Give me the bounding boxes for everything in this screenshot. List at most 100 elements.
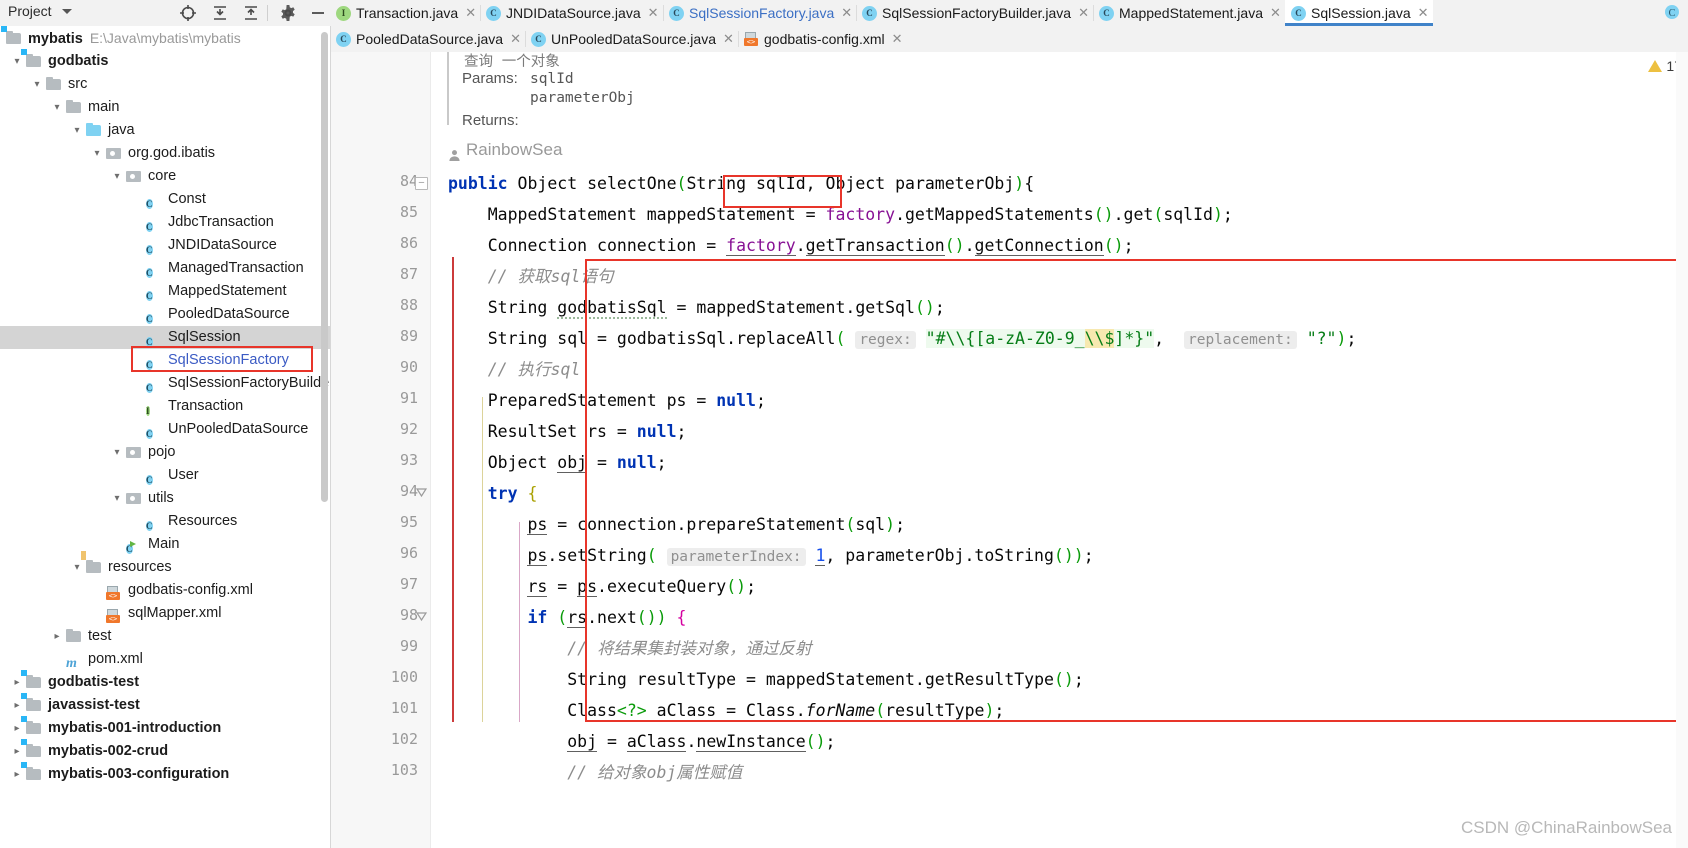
tab-label: SqlSession.java: [1311, 5, 1411, 21]
line-number-93: 93: [399, 451, 418, 469]
tree-item-label: Main: [148, 536, 180, 552]
chevron-down-icon[interactable]: ▾: [70, 119, 84, 142]
chevron-right-icon[interactable]: ▸: [50, 625, 64, 648]
tree-item-mybatis[interactable]: ▾mybatisE:\Java\mybatis\mybatis: [0, 26, 330, 50]
tree-item-transaction[interactable]: I Transaction: [0, 395, 330, 418]
code-line-90[interactable]: // 执行sql: [448, 354, 581, 385]
editor-tab-mappedstatement-java[interactable]: C MappedStatement.java ✕: [1093, 0, 1285, 26]
close-icon[interactable]: ✕: [510, 31, 521, 47]
watermark: CSDN @ChinaRainbowSea: [1461, 818, 1672, 837]
fold-triangle-icon[interactable]: [415, 611, 428, 624]
tree-item-label: SqlSessionFactoryBuilder: [168, 375, 331, 391]
tree-scrollbar-thumb[interactable]: [321, 32, 328, 502]
close-icon[interactable]: ✕: [648, 5, 659, 21]
editor-tab-unpooleddatasource-java[interactable]: C UnPooledDataSource.java ✕: [525, 26, 738, 52]
tree-item-resources[interactable]: C Resources: [0, 510, 330, 533]
tree-item-label: org.god.ibatis: [128, 145, 216, 161]
chevron-down-icon[interactable]: ▾: [30, 73, 44, 96]
chevron-down-icon[interactable]: ▾: [90, 142, 104, 165]
chevron-down-icon[interactable]: ▾: [110, 487, 124, 510]
fold-minus-icon[interactable]: −: [415, 177, 428, 190]
tree-item-pooleddatasource[interactable]: C PooledDataSource: [0, 303, 330, 326]
class-icon: C: [146, 475, 153, 485]
line-number-94: 94: [399, 482, 418, 500]
editor-tab-godbatis-config-xml[interactable]: <> godbatis-config.xml ✕: [738, 26, 907, 52]
tree-item-label: UnPooledDataSource: [168, 421, 309, 437]
close-icon[interactable]: ✕: [1270, 5, 1281, 21]
tree-item-utils[interactable]: ▾ utils: [0, 487, 330, 510]
fold-triangle-icon[interactable]: [415, 487, 428, 500]
tree-item-user[interactable]: C User: [0, 464, 330, 487]
code-line-94[interactable]: try {: [448, 478, 538, 509]
chevron-down-icon[interactable]: ▾: [110, 165, 124, 188]
tree-item-label: core: [148, 168, 177, 184]
settings-gear-icon[interactable]: [278, 3, 298, 23]
tree-item-const[interactable]: C Const: [0, 188, 330, 211]
tree-item-godbatis-config-xml[interactable]: <> godbatis-config.xml: [0, 579, 330, 602]
tree-item-mybatis-003-configuration[interactable]: ▸ mybatis-003-configuration: [0, 762, 330, 786]
close-icon[interactable]: ✕: [723, 31, 734, 47]
interface-icon: I: [146, 406, 150, 416]
tree-item-mybatis-001-introduction[interactable]: ▸ mybatis-001-introduction: [0, 716, 330, 740]
tree-item-org-god-ibatis[interactable]: ▾ org.god.ibatis: [0, 142, 330, 165]
expand-all-icon[interactable]: [210, 3, 230, 23]
hide-panel-icon[interactable]: [308, 3, 328, 23]
line-number-95: 95: [399, 513, 418, 531]
close-icon[interactable]: ✕: [465, 5, 476, 21]
tree-item-godbatis[interactable]: ▾ godbatis: [0, 49, 330, 73]
tab-label: PooledDataSource.java: [356, 31, 504, 47]
tree-item-main[interactable]: C Main: [0, 533, 330, 556]
chevron-down-icon[interactable]: ▾: [110, 441, 124, 464]
tree-item-jdbctransaction[interactable]: C JdbcTransaction: [0, 211, 330, 234]
class-icon: C: [669, 5, 684, 21]
svg-text:C: C: [1669, 8, 1676, 19]
tree-item-godbatis-test[interactable]: ▸ godbatis-test: [0, 670, 330, 694]
close-icon[interactable]: ✕: [1418, 5, 1429, 21]
collapse-all-icon[interactable]: [241, 3, 261, 23]
code-content[interactable]: 查询 一个对象 Params: sqlId parameterObj Retur…: [434, 52, 1688, 848]
tree-item-jndidatasource[interactable]: C JNDIDataSource: [0, 234, 330, 257]
tree-item-label: sqlMapper.xml: [128, 605, 222, 621]
tab-overflow-icon[interactable]: C: [1662, 2, 1682, 22]
tree-item-managedtransaction[interactable]: C ManagedTransaction: [0, 257, 330, 280]
tree-item-sqlmapper-xml[interactable]: <> sqlMapper.xml: [0, 602, 330, 625]
code-line-102[interactable]: obj = aClass.newInstance();: [448, 726, 835, 757]
close-icon[interactable]: ✕: [892, 31, 903, 47]
editor-gutter[interactable]: 84 85 86 87 88 89 90 91 92 93 94 95 96 97 98 99 100 101 10…: [331, 52, 431, 848]
class-icon: C: [146, 245, 153, 255]
project-tree[interactable]: ▸ mybatis-003-configuration ▸ mybatis-002-c…: [0, 26, 331, 848]
tree-item-mappedstatement[interactable]: C MappedStatement: [0, 280, 330, 303]
tree-item-java[interactable]: ▾ java: [0, 119, 330, 142]
editor-scrollbar[interactable]: [1676, 52, 1688, 848]
editor-tab-sqlsessionfactorybuilder-java[interactable]: C SqlSessionFactoryBuilder.java ✕: [856, 0, 1093, 26]
editor-tab-jndidatasource-java[interactable]: C JNDIDataSource.java ✕: [480, 0, 663, 26]
chevron-down-icon[interactable]: ▾: [50, 96, 64, 119]
line-number-85: 85: [399, 203, 418, 221]
editor-tab-sqlsession-java[interactable]: C SqlSession.java ✕: [1285, 0, 1433, 26]
tree-item-test[interactable]: ▸ test: [0, 625, 330, 648]
interface-icon: I: [336, 5, 351, 21]
locate-icon[interactable]: [178, 3, 198, 23]
tree-item-label: pojo: [148, 444, 176, 460]
editor-tab-transaction-java[interactable]: I Transaction.java ✕: [330, 0, 480, 26]
tree-item-src[interactable]: ▾ src: [0, 73, 330, 96]
code-line-86[interactable]: Connection connection = factory.getTrans…: [448, 230, 1134, 261]
code-line-103[interactable]: // 给对象obj属性赋值: [448, 757, 742, 788]
tree-item-mybatis-002-crud[interactable]: ▸ mybatis-002-crud: [0, 739, 330, 763]
tree-item-main[interactable]: ▾ main: [0, 96, 330, 119]
editor-tab-pooleddatasource-java[interactable]: C PooledDataSource.java ✕: [330, 26, 525, 52]
tree-item-pom-xml[interactable]: m pom.xml: [0, 648, 330, 671]
tree-item-pojo[interactable]: ▾ pojo: [0, 441, 330, 464]
chevron-down-icon[interactable]: [62, 9, 72, 14]
close-icon[interactable]: ✕: [1078, 5, 1089, 21]
editor-tab-sqlsessionfactory-java[interactable]: C SqlSessionFactory.java ✕: [663, 0, 856, 26]
tree-item-core[interactable]: ▾ core: [0, 165, 330, 188]
tree-item-sqlsessionfactorybuilder[interactable]: C SqlSessionFactoryBuilder: [0, 372, 330, 395]
tree-item-unpooleddatasource[interactable]: C UnPooledDataSource: [0, 418, 330, 441]
close-icon[interactable]: ✕: [841, 5, 852, 21]
tree-item-resources[interactable]: ▾ resources: [0, 551, 330, 579]
tab-label: UnPooledDataSource.java: [551, 31, 716, 47]
tree-item-javassist-test[interactable]: ▸ javassist-test: [0, 693, 330, 717]
class-icon: C: [146, 199, 153, 209]
code-editor[interactable]: 84 85 86 87 88 89 90 91 92 93 94 95 96 97 98 99 100 101 10…: [331, 52, 1688, 848]
